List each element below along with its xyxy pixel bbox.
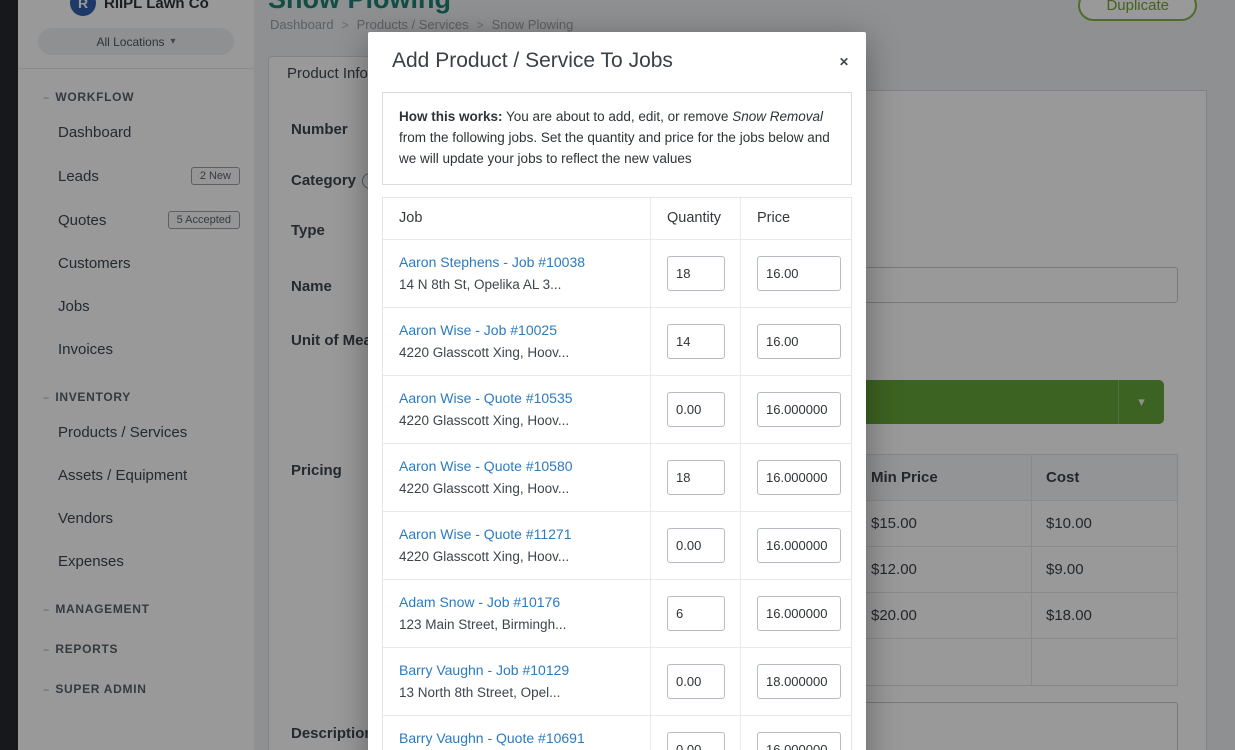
close-icon[interactable]: ✕ [839, 56, 849, 68]
col-quantity: Quantity [651, 198, 741, 239]
job-link[interactable]: Aaron Wise - Quote #10580 [399, 457, 573, 475]
price-input[interactable] [757, 732, 841, 750]
quantity-input[interactable] [667, 664, 725, 699]
table-row: Barry Vaughn - Quote #10691 13 North 8th… [383, 716, 851, 750]
job-link[interactable]: Barry Vaughn - Quote #10691 [399, 729, 585, 747]
app-root: R RIIPL Lawn Co All Locations ▾ -- WORKF… [0, 0, 1235, 750]
job-link[interactable]: Aaron Wise - Quote #11271 [399, 525, 572, 543]
note-text: from the following jobs. Set the quantit… [399, 130, 830, 166]
job-address: 123 Main Street, Birmingh... [399, 615, 642, 634]
price-input[interactable] [757, 528, 841, 563]
job-link[interactable]: Aaron Stephens - Job #10038 [399, 253, 585, 271]
job-address: 13 North 8th Street, Opel... [399, 683, 642, 702]
table-row: Aaron Wise - Job #10025 4220 Glasscott X… [383, 308, 851, 376]
quantity-input[interactable] [667, 596, 725, 631]
quantity-input[interactable] [667, 324, 725, 359]
modal-title: Add Product / Service To Jobs [392, 49, 842, 73]
col-job: Job [383, 198, 651, 239]
table-row: Aaron Stephens - Job #10038 14 N 8th St,… [383, 240, 851, 308]
table-row: Aaron Wise - Quote #11271 4220 Glasscott… [383, 512, 851, 580]
job-link[interactable]: Barry Vaughn - Job #10129 [399, 661, 569, 679]
quantity-input[interactable] [667, 460, 725, 495]
job-address: 4220 Glasscott Xing, Hoov... [399, 479, 642, 498]
job-link[interactable]: Aaron Wise - Job #10025 [399, 321, 557, 339]
table-row: Aaron Wise - Quote #10535 4220 Glasscott… [383, 376, 851, 444]
price-input[interactable] [757, 460, 841, 495]
note-lead: How this works: [399, 109, 503, 124]
job-address: 14 N 8th St, Opelika AL 3... [399, 275, 642, 294]
quantity-input[interactable] [667, 256, 725, 291]
job-link[interactable]: Adam Snow - Job #10176 [399, 593, 560, 611]
job-link[interactable]: Aaron Wise - Quote #10535 [399, 389, 573, 407]
job-address: 4220 Glasscott Xing, Hoov... [399, 547, 642, 566]
col-price: Price [741, 198, 851, 239]
job-address: 4220 Glasscott Xing, Hoov... [399, 343, 642, 362]
quantity-input[interactable] [667, 732, 725, 750]
price-input[interactable] [757, 596, 841, 631]
price-input[interactable] [757, 324, 841, 359]
add-product-to-jobs-modal: Add Product / Service To Jobs ✕ How this… [368, 32, 866, 750]
how-this-works-note: How this works: You are about to add, ed… [382, 92, 852, 185]
jobs-table: Job Quantity Price Aaron Stephens - Job … [382, 197, 852, 750]
table-row: Aaron Wise - Quote #10580 4220 Glasscott… [383, 444, 851, 512]
table-row: Adam Snow - Job #10176 123 Main Street, … [383, 580, 851, 648]
table-row: Barry Vaughn - Job #10129 13 North 8th S… [383, 648, 851, 716]
note-product-name: Snow Removal [732, 109, 823, 124]
quantity-input[interactable] [667, 392, 725, 427]
job-address: 4220 Glasscott Xing, Hoov... [399, 411, 642, 430]
modal-header: Add Product / Service To Jobs ✕ [368, 32, 866, 87]
quantity-input[interactable] [667, 528, 725, 563]
price-input[interactable] [757, 256, 841, 291]
price-input[interactable] [757, 664, 841, 699]
jobs-table-header: Job Quantity Price [383, 198, 851, 240]
price-input[interactable] [757, 392, 841, 427]
modal-body: How this works: You are about to add, ed… [368, 87, 866, 750]
note-text: You are about to add, edit, or remove [503, 109, 733, 124]
